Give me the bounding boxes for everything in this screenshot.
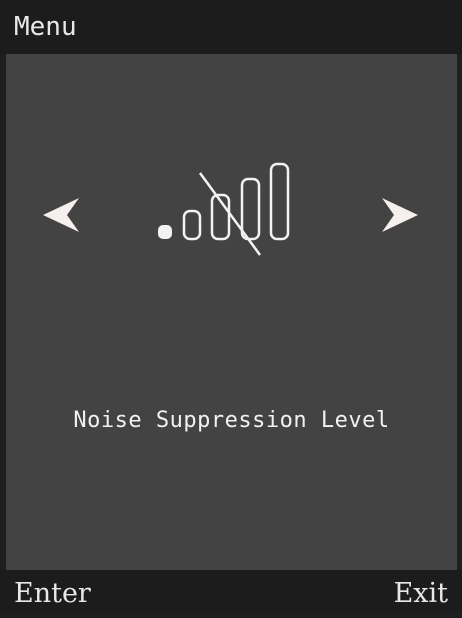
menu-content: Noise Suppression Level: [6, 54, 457, 570]
level-bar-2: [182, 209, 202, 241]
softkey-bar: Enter Exit: [0, 570, 462, 612]
next-button[interactable]: [376, 192, 422, 238]
setting-caption: Noise Suppression Level: [73, 408, 390, 433]
page-title: Menu: [14, 12, 77, 42]
strike-line: [198, 172, 262, 256]
chevron-left-icon: [43, 198, 79, 232]
level-bar-1: [158, 225, 172, 239]
previous-button[interactable]: [39, 192, 85, 238]
screen: Menu Noise Suppression Level Enter Exit: [0, 0, 462, 612]
exit-softkey[interactable]: Exit: [394, 570, 448, 612]
chevron-right-icon: [382, 198, 418, 232]
title-bar: Menu: [0, 0, 462, 54]
level-bar-4: [240, 177, 261, 241]
level-bar-5: [269, 162, 290, 241]
enter-softkey[interactable]: Enter: [14, 570, 91, 612]
signal-bars-crossed-icon: [158, 162, 290, 256]
